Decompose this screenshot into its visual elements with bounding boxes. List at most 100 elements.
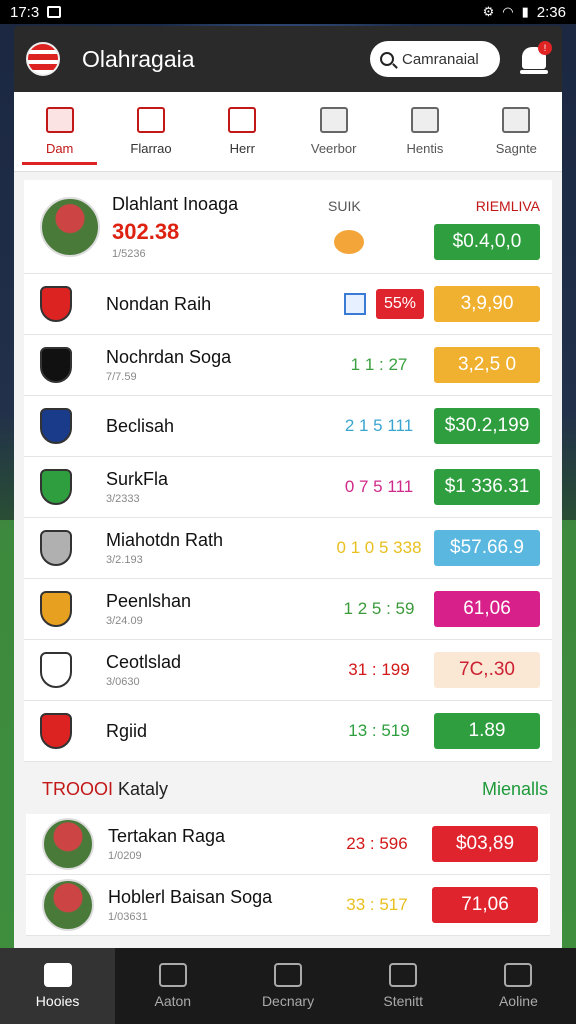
- team-crest-icon: [40, 469, 72, 505]
- stats-icon: [343, 293, 366, 315]
- team-name: Nondan Raih: [106, 293, 212, 314]
- tab-4[interactable]: Hentis: [379, 92, 470, 171]
- score-text: 2 1 5 111: [344, 416, 414, 435]
- score-text: 1 2 5 : 59: [343, 599, 415, 618]
- odds-button[interactable]: $57.66.9: [434, 530, 540, 566]
- odds-button[interactable]: 61,06: [434, 591, 540, 627]
- score-text: 0 7 5 111: [344, 477, 414, 496]
- search-box[interactable]: [370, 41, 500, 77]
- team-crest-icon: [40, 591, 72, 627]
- team-sub: 3/0630: [106, 676, 140, 688]
- score-text: 31 : 199: [348, 660, 410, 679]
- profile-icon: [504, 963, 533, 987]
- list-item[interactable]: Tertakan Raga 1/0209 23 : 596 $03,89: [26, 814, 550, 875]
- player-avatar: [42, 818, 94, 870]
- list-item[interactable]: Rgiid 13 : 519 1.89: [24, 701, 552, 762]
- house-icon: [274, 963, 302, 987]
- tab-label: Sagnte: [495, 141, 537, 156]
- team-crest-icon: [40, 347, 72, 383]
- nav-label: Decnary: [261, 993, 315, 1009]
- coin-icon: [334, 230, 364, 254]
- player-avatar: [40, 196, 100, 257]
- team-name: Hoblerl Baisan Soga: [108, 887, 273, 907]
- tab-label: Herr: [229, 141, 255, 156]
- list-item[interactable]: SurkFla 3/2333 0 7 5 111 $1 336.31: [24, 457, 552, 518]
- team-icon: [45, 107, 74, 133]
- column-header-right: RIEMLIVA: [475, 198, 540, 214]
- list-item[interactable]: Miahotdn Rath 3/2.193 0 1 0 5 338 $57.66.9: [24, 518, 552, 579]
- section-header: TROOOI Kataly Mienalls: [14, 764, 562, 814]
- team-name: Beclisah: [106, 415, 175, 436]
- odds-button[interactable]: $1 336.31: [434, 469, 540, 505]
- search-input[interactable]: [402, 50, 490, 68]
- bottom-navigation: Hooies Aaton Decnary Stenitt Aoline: [0, 948, 576, 1024]
- list-item[interactable]: Peenlshan 3/24.09 1 2 5 : 59 61,06: [24, 579, 552, 640]
- team-crest-icon: [40, 286, 72, 322]
- list-item[interactable]: Ceotlslad 3/0630 31 : 199 7C,.30: [24, 640, 552, 701]
- featured-row[interactable]: Dlahlant Inoaga 302.38 1/5236 SUIK RIEML…: [24, 180, 552, 274]
- notification-badge: !: [538, 41, 552, 55]
- status-bar: 17:3 ⚙ ◠ ▮ 2:36: [0, 0, 576, 24]
- score-text: 0 1 0 5 338: [336, 538, 422, 557]
- odds-button[interactable]: 71,06: [432, 887, 538, 923]
- nav-item-1[interactable]: Aaton: [115, 948, 230, 1024]
- tab-1[interactable]: Flarrao: [105, 92, 196, 171]
- team-name: Peenlshan: [106, 591, 192, 611]
- wifi-icon: ◠: [502, 4, 514, 19]
- tab-label: Flarrao: [130, 141, 172, 156]
- club-logo-icon[interactable]: [26, 42, 60, 76]
- tab-3[interactable]: Veerbor: [288, 92, 379, 171]
- notifications-button[interactable]: !: [518, 41, 552, 75]
- frame-icon: [389, 963, 418, 987]
- odds-button[interactable]: 3,9,90: [434, 286, 540, 322]
- odds-button[interactable]: 1.89: [434, 713, 540, 749]
- list-item[interactable]: Beclisah 2 1 5 111 $30.2,199: [24, 396, 552, 457]
- nav-label: Stenitt: [383, 993, 424, 1009]
- tab-2[interactable]: Herr: [197, 92, 288, 171]
- featured-name: Dlahlant Inoaga: [112, 193, 239, 214]
- team-crest-icon: [40, 713, 72, 749]
- list-item[interactable]: Hoblerl Baisan Soga 1/03631 33 : 517 71,06: [26, 875, 550, 936]
- team-name: Rgiid: [106, 720, 148, 741]
- team-crest-icon: [40, 530, 72, 566]
- nav-item-4[interactable]: Aoline: [461, 948, 576, 1024]
- tab-label: Dam: [45, 141, 74, 156]
- secondary-list: Tertakan Raga 1/0209 23 : 596 $03,89 Hoblerl…: [26, 814, 550, 936]
- team-crest-icon: [40, 652, 72, 688]
- team-name: SurkFla: [106, 469, 169, 489]
- search-icon: [380, 52, 394, 66]
- score-text: 23 : 596: [346, 834, 408, 853]
- score-text: 13 : 519: [348, 721, 410, 740]
- list-item[interactable]: Nondan Raih 55% 3,9,90: [24, 274, 552, 335]
- score-text: 1 1 : 27: [350, 355, 408, 374]
- odds-button[interactable]: $03,89: [432, 826, 538, 862]
- tab-5[interactable]: Sagnte: [471, 92, 562, 171]
- nav-item-3[interactable]: Stenitt: [346, 948, 461, 1024]
- column-header-mid: SUIK: [328, 198, 361, 214]
- tab-label: Hentis: [406, 141, 444, 156]
- odds-button[interactable]: 3,2,5 0: [434, 347, 540, 383]
- tab-label: Veerbor: [310, 141, 357, 156]
- badge-icon: [502, 107, 531, 133]
- category-tabs: Dam Flarrao Herr Veerbor Hentis Sagnte: [14, 92, 562, 172]
- flag-icon: [136, 107, 165, 133]
- nav-label: Hooies: [35, 993, 80, 1009]
- odds-button[interactable]: 7C,.30: [434, 652, 540, 688]
- team-sub: 3/2333: [106, 493, 140, 505]
- nav-item-2[interactable]: Decnary: [230, 948, 345, 1024]
- team-name: Ceotlslad: [106, 652, 182, 672]
- board-icon: [319, 107, 348, 133]
- list-item[interactable]: Nochrdan Soga 7/7.59 1 1 : 27 3,2,5 0: [24, 335, 552, 396]
- book-icon: [228, 107, 257, 133]
- photo-icon: [47, 6, 62, 18]
- section-link[interactable]: Mienalls: [482, 779, 548, 800]
- tab-0[interactable]: Dam: [14, 92, 105, 171]
- team-crest-icon: [40, 408, 72, 444]
- featured-value-button[interactable]: $0.4,0,0: [434, 223, 540, 260]
- status-clock: 2:36: [536, 3, 566, 21]
- odds-button[interactable]: $30.2,199: [434, 408, 540, 444]
- player-avatar: [42, 879, 94, 931]
- nav-item-0[interactable]: Hooies: [0, 948, 116, 1024]
- team-sub: 3/24.09: [106, 615, 143, 627]
- team-name: Nochrdan Soga: [106, 347, 232, 367]
